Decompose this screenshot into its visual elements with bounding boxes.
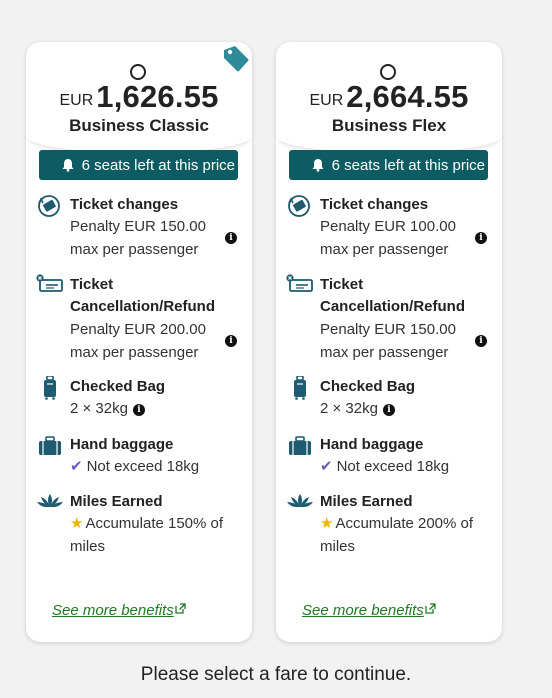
- star-icon: ★: [70, 515, 84, 532]
- checked-bag-allowance: 2 × 32kg: [320, 400, 378, 417]
- checked-bag-title: Checked Bag: [320, 378, 416, 395]
- cancellation-title: Ticket Cancellation/Refund: [70, 276, 216, 315]
- ticket-changes-title: Ticket changes: [70, 196, 179, 213]
- price-amount: 2,664.55: [346, 79, 469, 114]
- lotus-icon: [37, 494, 63, 508]
- seats-left-text: 6 seats left at this price: [81, 156, 235, 174]
- price-currency: EUR: [59, 92, 94, 109]
- see-more-benefits-link[interactable]: See more benefits: [52, 602, 186, 619]
- seats-left-banner: 6 seats left at this price: [39, 150, 238, 180]
- fare-select-radio[interactable]: [380, 64, 396, 80]
- miles-accumulate: ★ Accumulate 150% of: [70, 515, 224, 532]
- fare-select-radio[interactable]: [130, 64, 146, 80]
- hand-baggage-title: Hand baggage: [320, 436, 424, 453]
- bell-icon: [62, 159, 74, 172]
- fare-price: EUR1,626.55: [26, 79, 252, 115]
- info-icon[interactable]: i: [133, 404, 145, 416]
- star-icon: ★: [320, 515, 334, 532]
- checked-bag-title: Checked Bag: [70, 378, 166, 395]
- briefcase-icon: [39, 436, 61, 455]
- info-icon[interactable]: i: [225, 232, 237, 244]
- hand-baggage-limit: ✔ Not exceed 18kg: [70, 458, 200, 475]
- select-fare-message: Please select a fare to continue.: [140, 664, 412, 685]
- ticket-cancel-icon: [36, 274, 63, 292]
- ticket-changes-note: max per passenger: [70, 241, 199, 258]
- fare-card-header: EUR1,626.55 Business Classic: [26, 42, 252, 154]
- cancellation-title: Ticket Cancellation/Refund: [320, 276, 466, 315]
- fare-card-header: EUR2,664.55 Business Flex: [276, 42, 502, 154]
- fare-card-business-classic[interactable]: EUR1,626.55 Business Classic 6 seats lef…: [26, 42, 252, 642]
- ticket-exchange-icon: [288, 195, 310, 217]
- ticket-cancel-icon: [286, 274, 313, 292]
- external-link-icon: [175, 603, 186, 614]
- price-tag-icon: [224, 46, 249, 72]
- seats-left-banner: 6 seats left at this price: [289, 150, 488, 180]
- check-icon: ✔: [70, 458, 83, 475]
- ticket-changes-penalty: Penalty EUR 150.00: [70, 218, 206, 235]
- see-more-benefits-link[interactable]: See more benefits: [302, 602, 436, 619]
- fare-name: Business Classic: [69, 116, 209, 135]
- miles-earned-title: Miles Earned: [70, 493, 163, 510]
- cancellation-penalty: Penalty EUR 200.00: [70, 321, 206, 338]
- ticket-exchange-icon: [38, 195, 60, 217]
- suitcase-icon: [294, 376, 306, 400]
- cancellation-note: max per passenger: [70, 344, 199, 361]
- info-icon[interactable]: i: [383, 404, 395, 416]
- miles-accumulate: ★ Accumulate 200% of: [320, 515, 474, 532]
- price-amount: 1,626.55: [96, 79, 219, 114]
- fare-name: Business Flex: [331, 116, 447, 135]
- cancellation-penalty: Penalty EUR 150.00: [320, 321, 456, 338]
- ticket-changes-title: Ticket changes: [320, 196, 429, 213]
- hand-baggage-title: Hand baggage: [70, 436, 174, 453]
- info-icon[interactable]: i: [225, 335, 237, 347]
- seats-left-text: 6 seats left at this price: [331, 156, 485, 174]
- cancellation-note: max per passenger: [320, 344, 449, 361]
- fare-card-business-flex[interactable]: EUR2,664.55 Business Flex 6 seats left a…: [276, 42, 502, 642]
- external-link-icon: [425, 603, 436, 614]
- info-icon[interactable]: i: [475, 335, 487, 347]
- info-icon[interactable]: i: [475, 232, 487, 244]
- ticket-changes-penalty: Penalty EUR 100.00: [320, 218, 456, 235]
- checked-bag-allowance: 2 × 32kg: [70, 400, 128, 417]
- hand-baggage-limit: ✔ Not exceed 18kg: [320, 458, 450, 475]
- suitcase-icon: [44, 376, 56, 400]
- bell-icon: [312, 159, 324, 172]
- briefcase-icon: [289, 436, 311, 455]
- miles-accumulate-cont: miles: [70, 538, 106, 555]
- lotus-icon: [287, 494, 313, 508]
- miles-earned-title: Miles Earned: [320, 493, 413, 510]
- price-currency: EUR: [309, 92, 344, 109]
- miles-accumulate-cont: miles: [320, 538, 356, 555]
- ticket-changes-note: max per passenger: [320, 241, 449, 258]
- fare-price: EUR2,664.55: [276, 79, 502, 115]
- check-icon: ✔: [320, 458, 333, 475]
